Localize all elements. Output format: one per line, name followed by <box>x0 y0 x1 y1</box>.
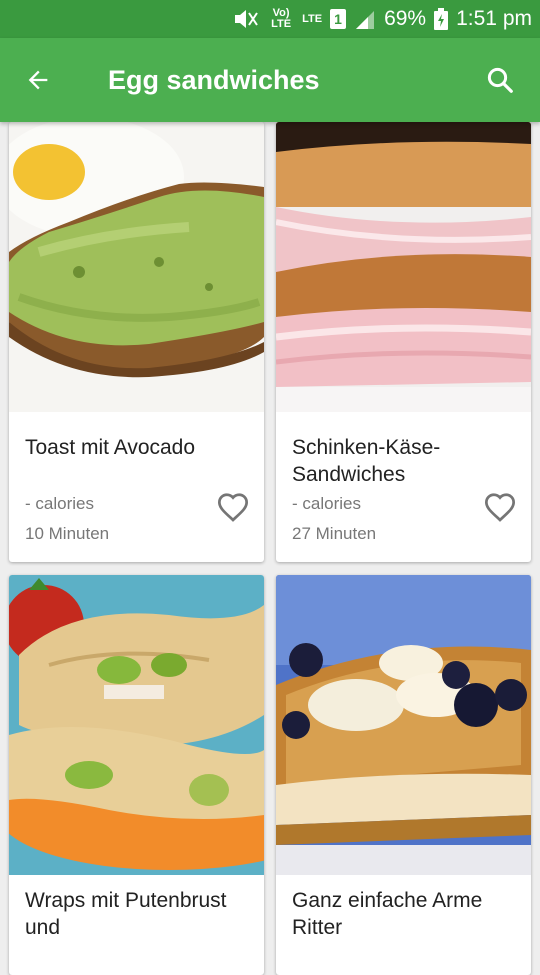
recipe-image <box>276 575 531 875</box>
page-title: Egg sandwiches <box>108 65 320 95</box>
status-bar: Vo) LTE LTE 1 69% 1:51 pm <box>0 0 540 38</box>
clock: 1:51 pm <box>456 7 532 30</box>
recipe-time: 27 Minuten <box>292 524 377 543</box>
sim-icon: 1 <box>330 9 347 29</box>
recipe-image <box>9 575 264 875</box>
recipe-calories: - calories <box>292 494 361 513</box>
arrow-back-icon <box>28 70 48 90</box>
recipe-card[interactable]: Toast mit Avocado - calories 10 Minuten <box>9 122 264 562</box>
search-button[interactable] <box>480 60 520 100</box>
recipe-card[interactable]: Schinken-Käse-Sandwiches - calories 27 M… <box>276 122 531 562</box>
search-icon <box>487 67 513 93</box>
recipe-title: Wraps mit Putenbrust und <box>25 889 227 939</box>
volte-label: Vo) LTE <box>271 7 292 30</box>
battery-charging-icon <box>434 8 449 30</box>
volte-icon: Vo) LTE <box>268 8 294 30</box>
back-button[interactable] <box>18 60 58 100</box>
app-bar: Egg sandwiches <box>0 38 540 122</box>
recipe-card[interactable]: Wraps mit Putenbrust und <box>9 575 264 975</box>
favorite-button[interactable] <box>216 492 250 522</box>
status-icons: Vo) LTE LTE 1 69% 1:51 pm <box>232 0 532 38</box>
battery-percent: 69% <box>384 7 427 30</box>
recipe-card[interactable]: Ganz einfache Arme Ritter <box>276 575 531 975</box>
mute-icon <box>232 8 260 30</box>
favorite-button[interactable] <box>483 492 517 522</box>
sim-label: 1 <box>334 11 342 27</box>
signal-icon <box>354 9 376 29</box>
recipe-time: 10 Minuten <box>25 524 110 543</box>
network-label: LTE <box>302 13 323 25</box>
recipe-title: Schinken-Käse-Sandwiches <box>292 436 441 486</box>
heart-icon <box>217 493 249 522</box>
recipe-title: Ganz einfache Arme Ritter <box>292 889 483 939</box>
recipe-image <box>9 122 264 412</box>
recipe-title: Toast mit Avocado <box>25 436 196 459</box>
heart-icon <box>484 493 516 522</box>
recipe-calories: - calories <box>25 494 94 513</box>
recipe-image <box>276 122 531 412</box>
lte-icon: LTE <box>302 13 322 25</box>
